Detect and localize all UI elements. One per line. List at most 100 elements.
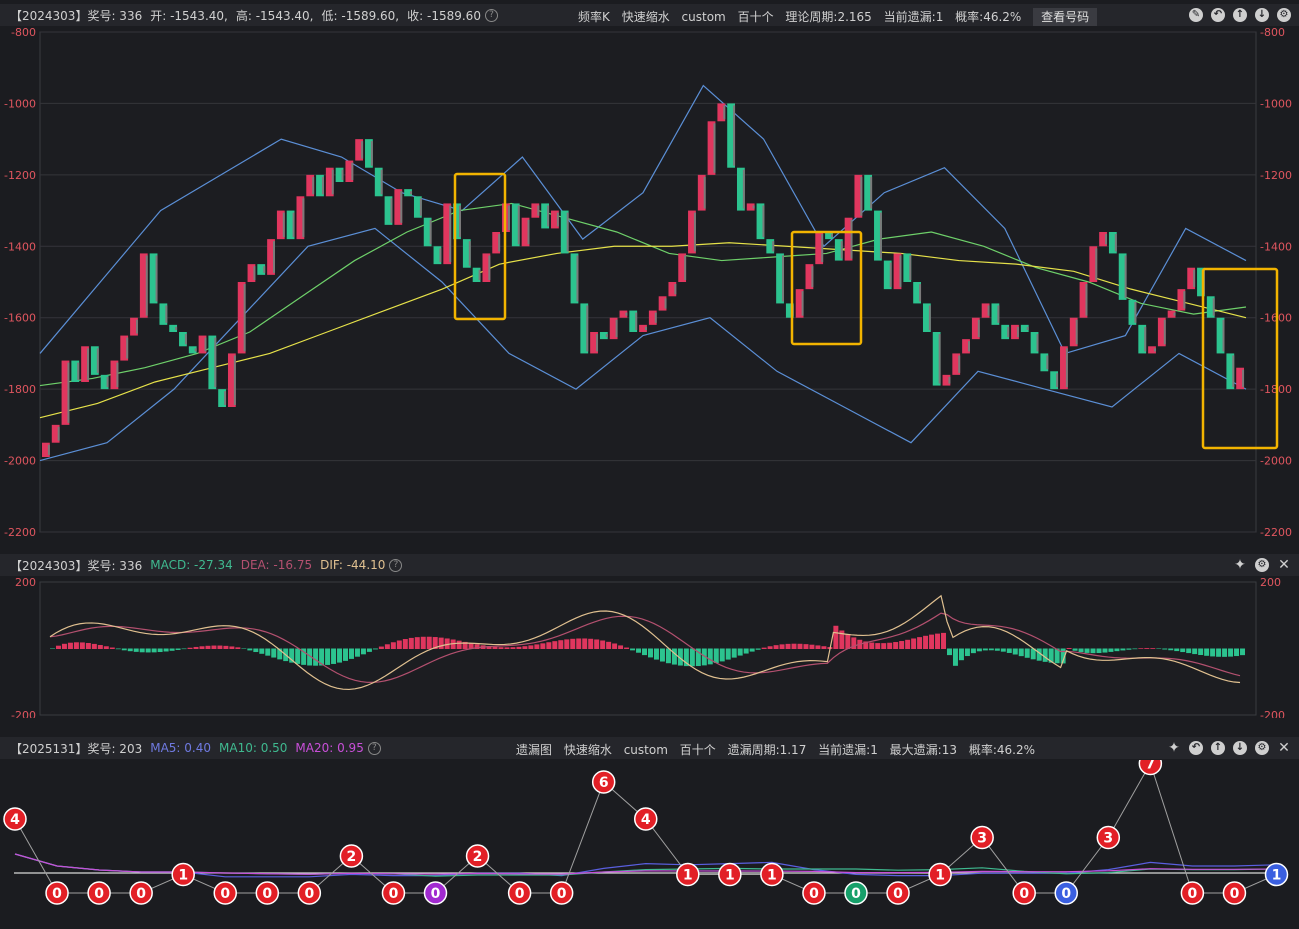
macd-bar bbox=[731, 648, 737, 658]
macd-close-icon[interactable]: ✕ bbox=[1277, 558, 1291, 572]
macd-bar bbox=[1162, 648, 1168, 650]
macd-bar bbox=[905, 639, 911, 649]
candle-wick bbox=[635, 312, 638, 330]
candle-wick bbox=[1242, 369, 1245, 388]
macd-bar bbox=[241, 648, 247, 650]
macd-bar bbox=[803, 644, 809, 649]
macd-bar bbox=[1186, 648, 1192, 654]
candle-wick bbox=[135, 319, 138, 334]
miss-pin-icon[interactable]: ✦ bbox=[1167, 741, 1181, 755]
macd-bar bbox=[1024, 648, 1030, 658]
candle-wick bbox=[468, 241, 471, 266]
macd-bar bbox=[785, 643, 791, 649]
candle-wick bbox=[1095, 248, 1098, 280]
macd-bar bbox=[349, 648, 354, 659]
candle-wick bbox=[752, 205, 755, 209]
macd-bar bbox=[893, 642, 899, 649]
candle-wick bbox=[243, 284, 246, 352]
y-tick-label-left: -2200 bbox=[4, 526, 36, 539]
macd-bar bbox=[1144, 648, 1150, 649]
macd-settings-icon[interactable]: ⚙ bbox=[1255, 558, 1269, 572]
miss-settings-icon[interactable]: ⚙ bbox=[1255, 741, 1269, 755]
settings-icon[interactable]: ⚙ bbox=[1277, 8, 1291, 22]
macd-bar bbox=[546, 642, 552, 649]
candle-wick bbox=[116, 362, 119, 388]
macd-value: MACD: -27.34 bbox=[150, 558, 233, 572]
macd-bar bbox=[151, 648, 157, 653]
macd-bar bbox=[1240, 648, 1245, 656]
candle-wick bbox=[331, 169, 334, 195]
miss-help-icon[interactable]: ? bbox=[367, 741, 381, 755]
miss-dot-label: 1 bbox=[178, 868, 188, 884]
miss-group-label: 百十个 bbox=[679, 743, 716, 757]
candle-wick bbox=[1065, 348, 1068, 388]
macd-bar bbox=[923, 635, 929, 649]
macd-bar bbox=[223, 645, 229, 649]
macd-bar bbox=[343, 648, 348, 661]
macd-bar bbox=[1018, 648, 1024, 657]
edit-icon[interactable]: ✎ bbox=[1189, 8, 1203, 22]
miss-up-icon[interactable]: ↑ bbox=[1211, 741, 1225, 755]
macd-bar bbox=[522, 646, 528, 649]
miss-dot-label: 0 bbox=[809, 886, 819, 902]
candle-wick bbox=[233, 355, 236, 405]
miss-back-icon[interactable]: ↶ bbox=[1189, 741, 1203, 755]
macd-bar bbox=[337, 648, 343, 663]
miss-close-icon[interactable]: ✕ bbox=[1277, 741, 1291, 755]
up-icon[interactable]: ↑ bbox=[1233, 8, 1247, 22]
macd-bar bbox=[354, 648, 360, 657]
candle-wick bbox=[566, 212, 569, 252]
candle-wick bbox=[488, 255, 491, 280]
candle-wick bbox=[547, 205, 550, 227]
candle-wick bbox=[987, 305, 990, 316]
candle-wick bbox=[1085, 284, 1088, 316]
macd-bar bbox=[958, 648, 964, 661]
macd-bar bbox=[1084, 648, 1090, 653]
miss-dot-label: 2 bbox=[473, 849, 483, 865]
pin-icon[interactable]: ✦ bbox=[1233, 558, 1247, 572]
help-icon[interactable]: ? bbox=[484, 8, 498, 22]
macd-bar bbox=[378, 646, 384, 649]
candle-wick bbox=[1144, 326, 1147, 352]
y-tick-label-left: -1000 bbox=[4, 97, 36, 110]
macd-bar bbox=[665, 648, 671, 664]
macd-bar bbox=[630, 648, 636, 651]
macd-bar bbox=[952, 648, 958, 666]
macd-bar bbox=[671, 648, 677, 665]
macd-bar bbox=[773, 645, 779, 649]
macd-bar bbox=[600, 640, 606, 649]
macd-help-icon[interactable]: ? bbox=[389, 558, 403, 572]
candle-wick bbox=[361, 141, 364, 159]
macd-bar bbox=[133, 648, 139, 652]
miss-down-icon[interactable]: ↓ bbox=[1233, 741, 1247, 755]
candle-wick bbox=[410, 191, 413, 195]
macd-bar bbox=[85, 643, 91, 649]
miss-prob-label: 概率:46.2% bbox=[968, 743, 1035, 757]
miss-dot-label: 7 bbox=[1145, 760, 1155, 773]
macd-bar bbox=[67, 642, 73, 649]
macd-bar bbox=[1012, 648, 1018, 655]
macd-bar bbox=[1126, 648, 1132, 650]
view-numbers-button[interactable]: 查看号码 bbox=[1033, 8, 1098, 26]
custom-label: custom bbox=[681, 10, 726, 24]
macd-bar bbox=[235, 647, 241, 649]
open-value: 开: -1543.40, bbox=[150, 8, 228, 23]
down-icon[interactable]: ↓ bbox=[1255, 8, 1269, 22]
back-icon[interactable]: ↶ bbox=[1211, 8, 1225, 22]
macd-bar bbox=[402, 639, 408, 649]
macd-bar bbox=[498, 647, 504, 649]
y-tick-label-left: -1800 bbox=[4, 383, 36, 396]
y-tick-label-left: -2000 bbox=[4, 455, 36, 468]
macd-bar bbox=[941, 632, 946, 649]
miss-max-label: 最大遗漏:13 bbox=[889, 743, 957, 757]
macd-bar bbox=[181, 648, 187, 650]
candle-wick bbox=[478, 269, 481, 280]
miss-dot-label: 0 bbox=[220, 886, 230, 902]
macd-bar bbox=[636, 648, 642, 653]
candle-wick bbox=[801, 291, 804, 316]
candle-wick bbox=[948, 376, 951, 384]
macd-bar bbox=[199, 646, 205, 649]
macd-prize-label: 奖号: 336 bbox=[87, 558, 143, 573]
miss-dot-label: 0 bbox=[1188, 886, 1198, 902]
candle-wick bbox=[723, 105, 726, 120]
